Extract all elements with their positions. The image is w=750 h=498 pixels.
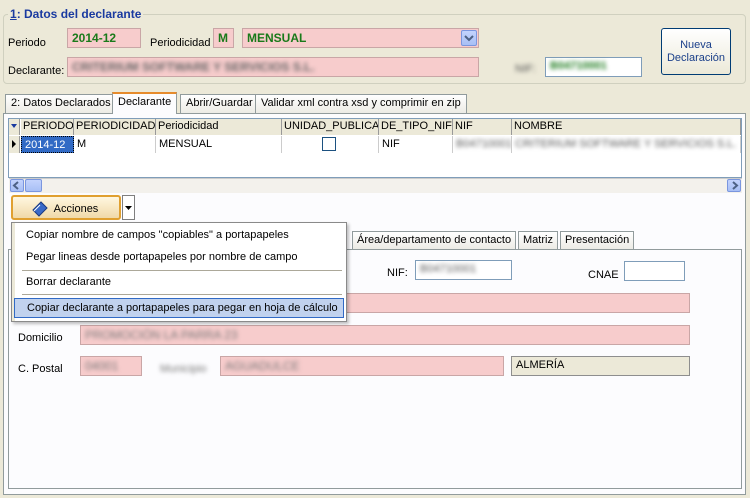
menu-item-borrar-declarante-label: Borrar declarante — [26, 276, 111, 288]
menu-item-pegar-lineas[interactable]: Pegar lineas desde portapapeles por nomb… — [14, 248, 344, 268]
periodo-label: Periodo — [8, 37, 46, 49]
clipboard-icon — [30, 198, 50, 221]
declarante-value: CRITERIUM SOFTWARE Y SERVICIOS S.L. — [72, 60, 315, 74]
cell-nif[interactable]: B04710001 — [453, 136, 512, 153]
cell-unidad-publica[interactable] — [282, 136, 379, 153]
grid-horizontal-scrollbar[interactable] — [9, 178, 742, 193]
scroll-right-icon[interactable] — [727, 179, 741, 192]
periodo-field[interactable]: 2014-12 — [67, 28, 141, 48]
tab-validar-xml[interactable]: Validar xml contra xsd y comprimir en zi… — [255, 94, 467, 113]
form-nif-value: B04710001 — [420, 263, 477, 275]
municipio-value: AGUADULCE — [225, 359, 300, 373]
tab-presentacion[interactable]: Presentación — [560, 231, 635, 249]
cell-periodicidad-desc[interactable]: MENSUAL — [156, 136, 282, 153]
tab-declarante[interactable]: Declarante — [112, 92, 178, 114]
provincia-value: ALMERÍA — [516, 359, 565, 371]
menu-separator — [22, 270, 342, 271]
section-number: 1 — [10, 7, 17, 21]
periodicidad-label: Periodicidad — [150, 37, 211, 49]
declarante-nif-value: B04710001 — [550, 60, 607, 72]
col-header-de-tipo-nif[interactable]: DE_TIPO_NIF — [379, 119, 453, 135]
cell-periodicidad[interactable]: M — [74, 136, 156, 153]
scroll-left-icon[interactable] — [10, 179, 24, 192]
col-header-periodo[interactable]: PERIODO — [21, 119, 74, 135]
provincia-field: ALMERÍA — [511, 356, 690, 376]
periodicidad-select[interactable]: MENSUAL — [242, 28, 479, 48]
section-title: 1: Datos del declarante — [8, 7, 144, 21]
acciones-button[interactable]: Acciones — [11, 195, 121, 220]
cell-nombre-value: CRITERIUM SOFTWARE Y SERVICIOS S.L. — [515, 138, 737, 150]
tab-matriz[interactable]: Matriz — [518, 231, 558, 249]
tab-datos-declarados[interactable]: 2: Datos Declarados — [5, 94, 117, 113]
cpostal-field[interactable]: 04001 — [80, 356, 142, 376]
grid-corner — [9, 119, 20, 135]
periodicidad-select-value: MENSUAL — [247, 31, 307, 45]
cnae-label: CNAE — [588, 269, 619, 281]
domicilio-label: Domicilio — [18, 332, 63, 344]
row-indicator — [9, 136, 20, 153]
domicilio-field[interactable]: PROMOCIÓN LA PARRA 23 — [80, 325, 690, 345]
chevron-down-icon[interactable] — [461, 30, 477, 46]
section-title-text: : Datos del declarante — [16, 7, 142, 21]
cell-nombre[interactable]: CRITERIUM SOFTWARE Y SERVICIOS S.L. — [512, 136, 741, 153]
declarante-field[interactable]: CRITERIUM SOFTWARE Y SERVICIOS S.L. — [67, 57, 479, 77]
col-header-periodicidad[interactable]: PERIODICIDAD — [74, 119, 156, 135]
menu-item-pegar-lineas-label: Pegar lineas desde portapapeles por nomb… — [26, 251, 298, 263]
acciones-label: Acciones — [53, 203, 99, 215]
municipio-label: Municipio — [160, 363, 207, 375]
menu-separator-2 — [22, 294, 342, 295]
tab-area-contacto[interactable]: Área/departamento de contacto — [352, 231, 517, 249]
menu-item-copiar-declarante-label: Copiar declarante a portapapeles para pe… — [27, 302, 338, 314]
scroll-thumb[interactable] — [25, 179, 42, 192]
domicilio-value: PROMOCIÓN LA PARRA 23 — [85, 328, 238, 342]
declarante-nif-field[interactable]: B04710001 — [545, 57, 642, 77]
menu-item-borrar-declarante[interactable]: Borrar declarante — [14, 273, 344, 293]
periodicidad-code-field[interactable]: M — [213, 28, 234, 48]
acciones-dropdown-button[interactable] — [122, 195, 135, 220]
col-header-nombre[interactable]: NOMBRE — [512, 119, 741, 135]
menu-item-copiar-campos-label: Copiar nombre de campos "copiables" a po… — [26, 229, 289, 241]
menu-item-copiar-campos[interactable]: Copiar nombre de campos "copiables" a po… — [14, 226, 344, 246]
cnae-field[interactable] — [624, 261, 685, 281]
form-nif-field[interactable]: B04710001 — [415, 260, 512, 280]
nueva-declaracion-button[interactable]: Nueva Declaración — [661, 28, 731, 75]
cpostal-value: 04001 — [85, 359, 119, 373]
declarante-nif-label: NIF: — [515, 63, 536, 75]
unidad-publica-checkbox[interactable] — [322, 137, 336, 151]
tab-abrir-guardar[interactable]: Abrir/Guardar — [180, 94, 259, 113]
declarante-label: Declarante: — [8, 65, 65, 77]
col-header-nif[interactable]: NIF — [453, 119, 512, 135]
cell-nif-value: B04710001 — [456, 138, 512, 150]
cpostal-label: C. Postal — [18, 363, 63, 375]
col-header-periodicidad-desc[interactable]: Periodicidad — [156, 119, 282, 135]
col-header-unidad-publica[interactable]: UNIDAD_PUBLICA — [282, 119, 379, 135]
municipio-field[interactable]: AGUADULCE — [220, 356, 504, 376]
menu-item-copiar-declarante[interactable]: Copiar declarante a portapapeles para pe… — [14, 298, 344, 318]
cell-de-tipo-nif[interactable]: NIF — [379, 136, 453, 153]
form-nif-label: NIF: — [387, 267, 408, 279]
cell-periodo[interactable]: 2014-12 — [21, 136, 74, 153]
